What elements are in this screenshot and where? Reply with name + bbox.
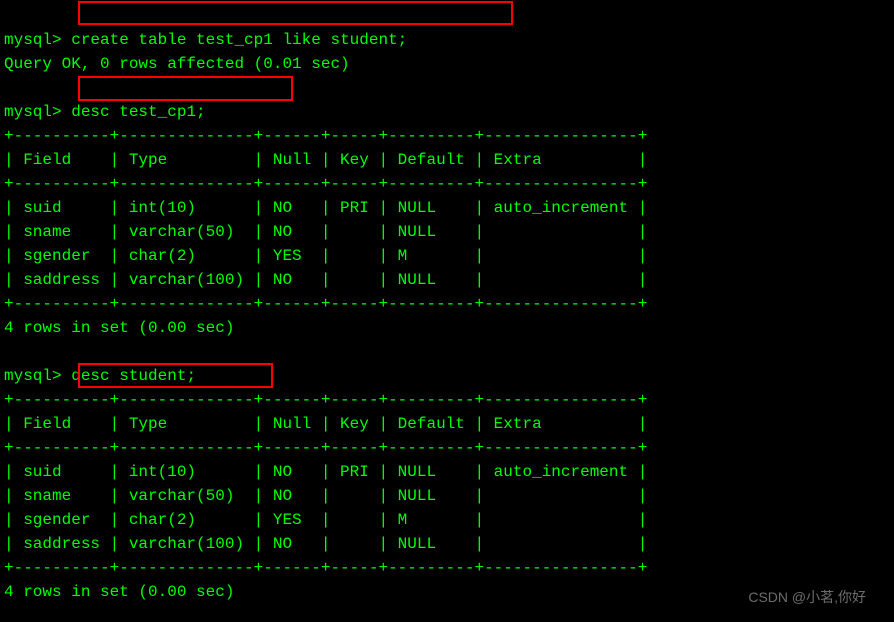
prompt: mysql> desc test_cp1; bbox=[4, 103, 206, 121]
terminal-output: mysql> create table test_cp1 like studen… bbox=[4, 4, 890, 604]
table-border: +----------+--------------+------+-----+… bbox=[4, 127, 647, 145]
rows-summary-1: 4 rows in set (0.00 sec) bbox=[4, 319, 234, 337]
watermark-text: CSDN @小茗,你好 bbox=[748, 587, 866, 608]
sql-command-2: desc test_cp1; bbox=[71, 103, 205, 121]
table-row: | sgender | char(2) | YES | | M | | bbox=[4, 511, 647, 529]
table-header-row: | Field | Type | Null | Key | Default | … bbox=[4, 151, 647, 169]
table-row: | suid | int(10) | NO | PRI | NULL | aut… bbox=[4, 199, 647, 217]
sql-command-3: desc student; bbox=[71, 367, 196, 385]
table-border: +----------+--------------+------+-----+… bbox=[4, 391, 647, 409]
table-row: | suid | int(10) | NO | PRI | NULL | aut… bbox=[4, 463, 647, 481]
table-row: | sgender | char(2) | YES | | M | | bbox=[4, 247, 647, 265]
table-row: | saddress | varchar(100) | NO | | NULL … bbox=[4, 271, 647, 289]
table-border: +----------+--------------+------+-----+… bbox=[4, 559, 647, 577]
table-row: | sname | varchar(50) | NO | | NULL | | bbox=[4, 487, 647, 505]
rows-summary-2: 4 rows in set (0.00 sec) bbox=[4, 583, 234, 601]
table-row: | sname | varchar(50) | NO | | NULL | | bbox=[4, 223, 647, 241]
prompt: mysql> create table test_cp1 like studen… bbox=[4, 31, 407, 49]
table-row: | saddress | varchar(100) | NO | | NULL … bbox=[4, 535, 647, 553]
query-result-1: Query OK, 0 rows affected (0.01 sec) bbox=[4, 55, 350, 73]
table-border: +----------+--------------+------+-----+… bbox=[4, 175, 647, 193]
table-header-row: | Field | Type | Null | Key | Default | … bbox=[4, 415, 647, 433]
prompt: mysql> desc student; bbox=[4, 367, 196, 385]
sql-command-1: create table test_cp1 like student; bbox=[71, 31, 407, 49]
table-border: +----------+--------------+------+-----+… bbox=[4, 295, 647, 313]
table-border: +----------+--------------+------+-----+… bbox=[4, 439, 647, 457]
